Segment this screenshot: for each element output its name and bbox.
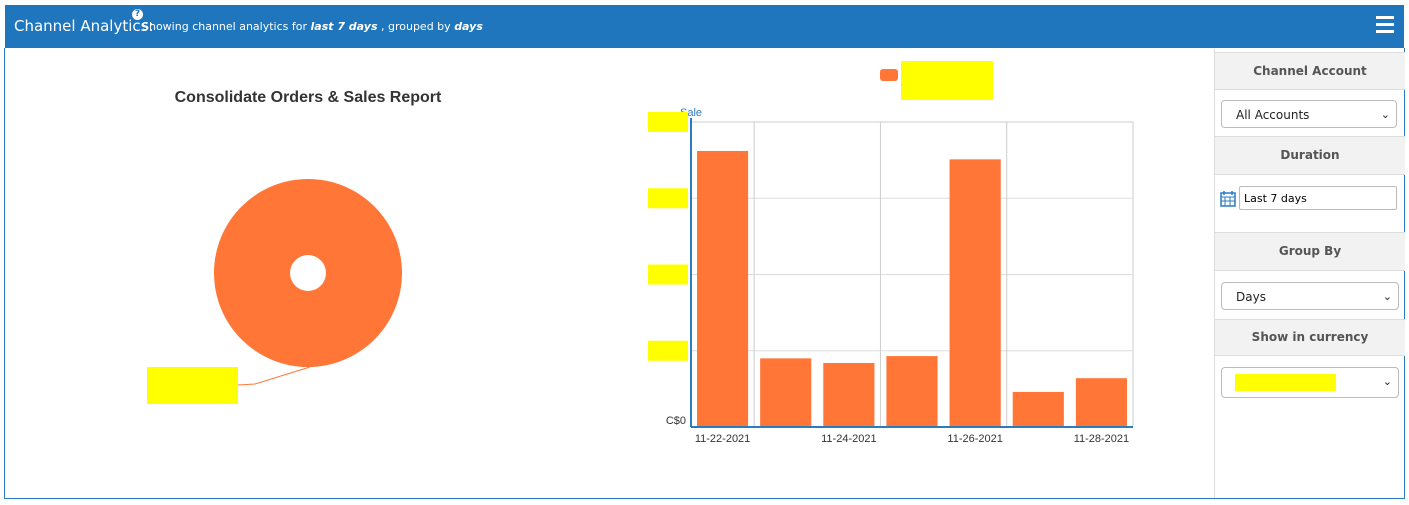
bar[interactable] [886, 356, 938, 427]
bar[interactable] [823, 362, 875, 427]
group-by-select[interactable]: Days ⌄ [1221, 282, 1399, 310]
bar[interactable] [1012, 391, 1064, 427]
channel-account-heading: Channel Account [1215, 52, 1405, 90]
legend-swatch[interactable] [880, 69, 898, 81]
calendar-icon[interactable] [1220, 190, 1236, 207]
group-by-heading: Group By [1215, 232, 1405, 271]
x-tick-label: 11-22-2021 [695, 433, 750, 445]
bar[interactable] [760, 358, 812, 427]
bar[interactable] [1075, 378, 1127, 427]
x-tick-label: 11-26-2021 [947, 433, 1002, 445]
y-tick-label-redacted [648, 188, 688, 209]
filter-sidebar: Channel Account All Accounts ⌄ Duration L… [1214, 49, 1405, 498]
currency-select[interactable]: ⌄ [1221, 367, 1399, 398]
select-value: Days [1236, 290, 1266, 304]
channel-account-select[interactable]: All Accounts ⌄ [1221, 100, 1397, 128]
bar[interactable] [697, 150, 749, 427]
y-tick-label-redacted [648, 264, 688, 285]
chevron-down-icon: ⌄ [1382, 290, 1392, 303]
currency-value-redacted [1235, 374, 1336, 391]
chevron-down-icon: ⌄ [1380, 108, 1390, 121]
y-tick-label-redacted [648, 340, 688, 361]
duration-input[interactable]: Last 7 days [1239, 186, 1397, 210]
hamburger-icon[interactable] [1376, 16, 1394, 37]
currency-heading: Show in currency [1215, 319, 1405, 356]
bar[interactable] [949, 159, 1001, 428]
legend-label-redacted [901, 61, 993, 100]
bar-chart: Sale C$0 11-22-2021 11-24-2021 11-26-2021 1… [648, 61, 1134, 445]
y-tick-zero: C$0 [666, 415, 686, 427]
duration-heading: Duration [1215, 136, 1405, 175]
x-tick-label: 11-24-2021 [821, 433, 876, 445]
chevron-down-icon: ⌄ [1382, 375, 1392, 388]
y-tick-label-redacted [648, 112, 688, 132]
x-tick-label: 11-28-2021 [1074, 433, 1129, 445]
select-value: All Accounts [1236, 108, 1310, 122]
